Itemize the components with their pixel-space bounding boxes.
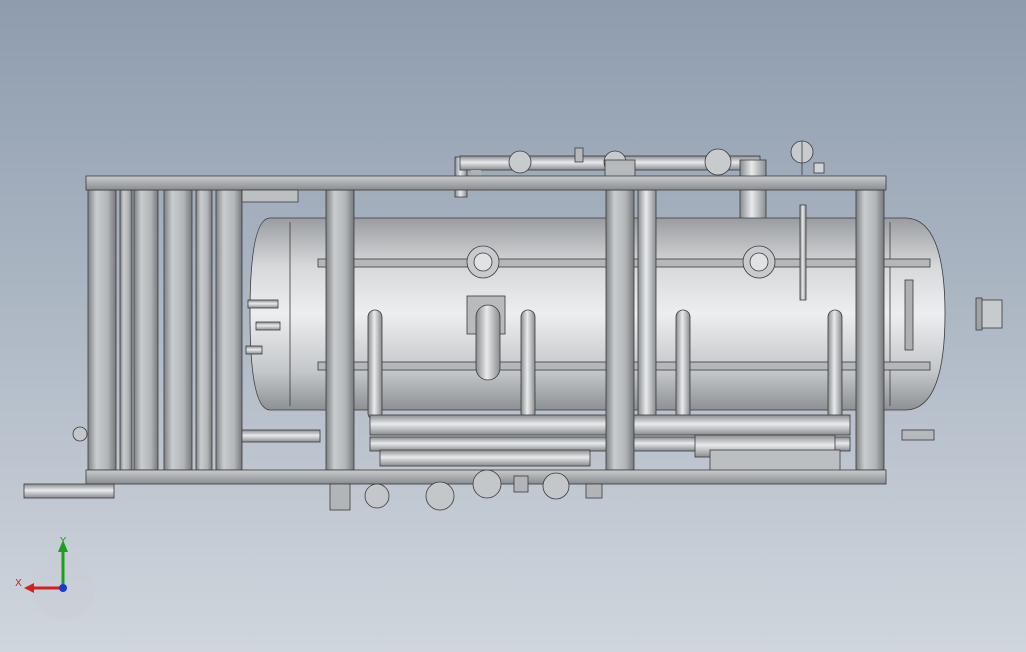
cad-scene[interactable]: Y X xyxy=(0,0,1026,652)
z-axis-dot-icon xyxy=(59,584,67,592)
y-axis-label: Y xyxy=(59,536,67,547)
x-axis-label: X xyxy=(15,578,22,589)
cad-viewport[interactable]: Y X xyxy=(0,0,1026,652)
